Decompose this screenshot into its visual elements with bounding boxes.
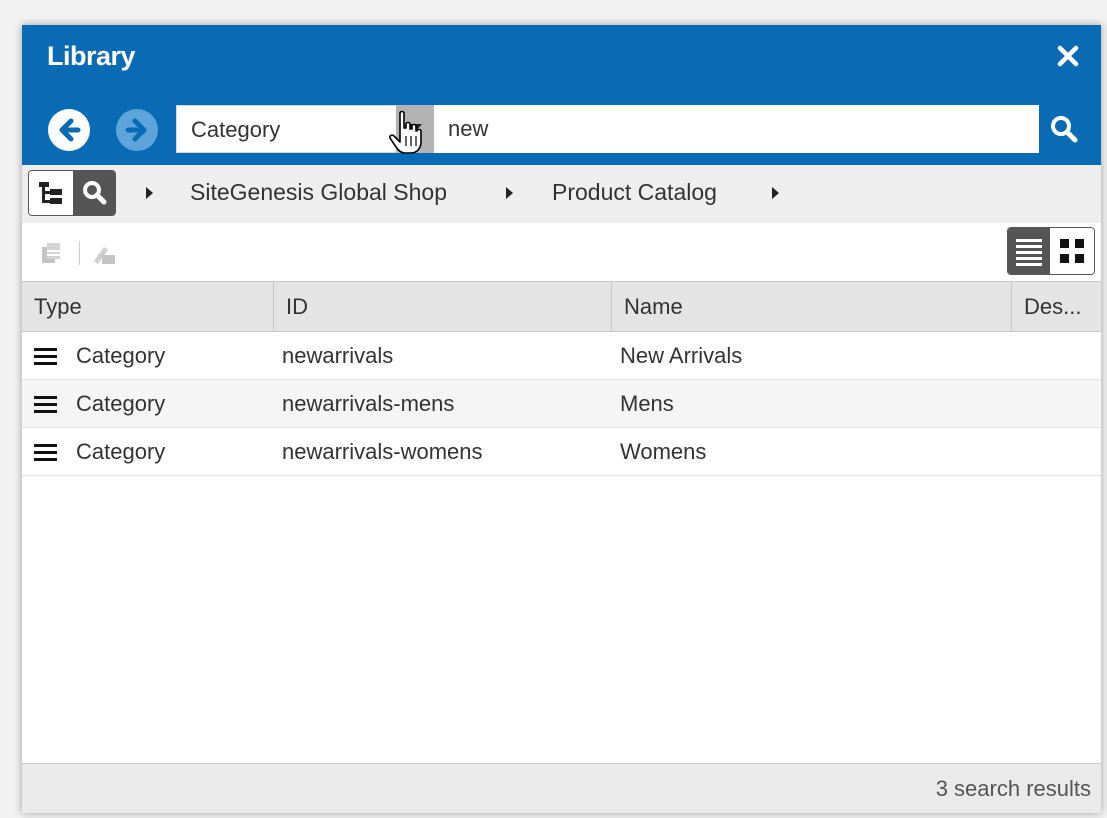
search-button[interactable] xyxy=(1046,111,1082,147)
list-view-icon xyxy=(1016,239,1042,266)
edit-icon[interactable] xyxy=(90,239,118,267)
cell-type: Category xyxy=(76,439,166,464)
cell-id: newarrivals-mens xyxy=(282,391,455,416)
arrow-left-circle-icon xyxy=(59,118,81,142)
table-row[interactable]: Category newarrivals-womens Womens xyxy=(22,428,1101,476)
dialog-title: Library xyxy=(47,41,136,71)
breadcrumb-separator-icon xyxy=(146,187,153,199)
category-icon xyxy=(34,444,57,461)
tree-mode-button[interactable] xyxy=(29,171,73,215)
category-icon xyxy=(34,348,57,365)
grid-view-icon xyxy=(1060,239,1084,263)
result-count: 3 search results xyxy=(935,776,1091,801)
category-icon xyxy=(34,396,57,413)
column-header-type[interactable]: Type xyxy=(22,282,274,331)
copy-icon[interactable] xyxy=(38,239,66,267)
cell-id: newarrivals xyxy=(282,343,394,368)
cell-type: Category xyxy=(76,391,166,416)
breadcrumb-item-catalog[interactable]: Product Catalog xyxy=(552,179,717,206)
breadcrumb-item-site[interactable]: SiteGenesis Global Shop xyxy=(190,179,447,206)
search-icon xyxy=(1051,116,1078,143)
view-mode-toggle xyxy=(1007,227,1095,275)
column-header-id[interactable]: ID xyxy=(274,282,612,331)
table-row[interactable]: Category newarrivals New Arrivals xyxy=(22,332,1101,380)
toolbar-divider xyxy=(79,241,80,265)
dialog-header: Library Category xyxy=(22,25,1101,165)
toolbar xyxy=(22,223,1101,281)
cell-name: Mens xyxy=(620,391,674,416)
column-header-description[interactable]: Des... xyxy=(1012,282,1101,331)
table-row[interactable]: Category newarrivals-mens Mens xyxy=(22,380,1101,428)
search-input[interactable] xyxy=(434,105,1039,153)
column-header-name[interactable]: Name xyxy=(612,282,1012,331)
search-mode-button[interactable] xyxy=(73,171,115,215)
table-header: Type ID Name Des... xyxy=(22,281,1101,332)
search-scope-dropdown-button[interactable] xyxy=(396,105,434,153)
list-view-button[interactable] xyxy=(1008,228,1050,274)
arrow-right-circle-icon xyxy=(125,118,147,142)
status-bar: 3 search results xyxy=(22,763,1101,813)
breadcrumb-separator-icon xyxy=(506,187,513,199)
cell-name: Womens xyxy=(620,439,707,464)
back-button[interactable] xyxy=(48,109,90,151)
search-scope-value: Category xyxy=(191,117,281,142)
grid-view-button[interactable] xyxy=(1050,228,1094,274)
forward-button[interactable] xyxy=(116,109,158,151)
search-icon xyxy=(83,181,107,205)
cell-type: Category xyxy=(76,343,166,368)
cell-id: newarrivals-womens xyxy=(282,439,483,464)
tree-icon xyxy=(39,182,62,204)
cell-name: New Arrivals xyxy=(620,343,743,368)
breadcrumb-separator-icon xyxy=(772,187,779,199)
caret-down-icon xyxy=(408,124,422,132)
browse-mode-toggle xyxy=(28,170,116,216)
library-dialog: Library Category new SiteGenesis Global … xyxy=(22,25,1101,813)
close-icon[interactable] xyxy=(1055,43,1081,69)
